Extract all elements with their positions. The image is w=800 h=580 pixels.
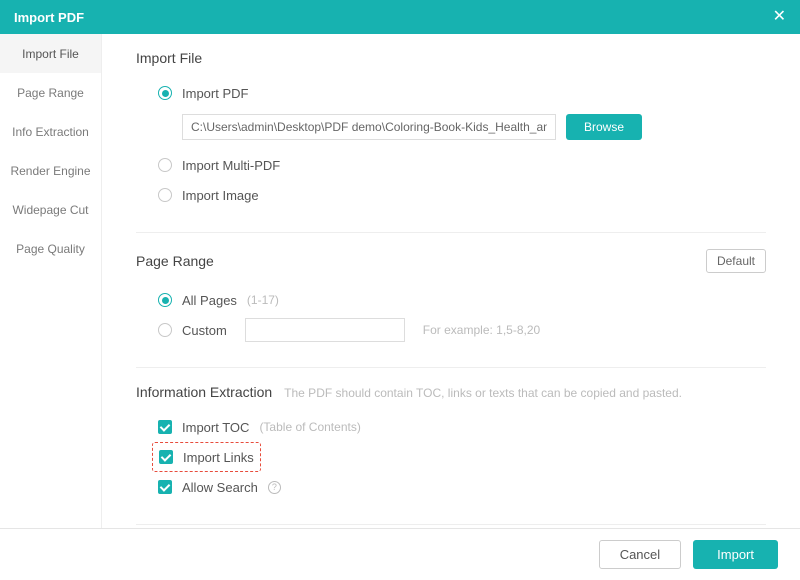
footer: Cancel Import — [0, 528, 800, 580]
sidebar-item-page-quality[interactable]: Page Quality — [0, 229, 101, 268]
section-hint: The PDF should contain TOC, links or tex… — [284, 386, 682, 400]
main-panel: Import File Import PDF Browse Import Mul… — [102, 34, 800, 540]
radio-icon — [158, 323, 172, 337]
sidebar-item-import-file[interactable]: Import File — [0, 34, 101, 73]
divider — [136, 367, 766, 368]
section-title: Import File — [136, 50, 202, 66]
divider — [136, 524, 766, 525]
import-button[interactable]: Import — [693, 540, 778, 569]
custom-pages-input[interactable] — [245, 318, 405, 342]
section-title: Page Range — [136, 253, 214, 269]
file-path-input[interactable] — [182, 114, 556, 140]
radio-import-pdf[interactable]: Import PDF — [158, 78, 766, 108]
radio-import-multi-pdf[interactable]: Import Multi-PDF — [158, 150, 766, 180]
sidebar-item-render-engine[interactable]: Render Engine — [0, 151, 101, 190]
checkbox-icon — [158, 420, 172, 434]
window-title: Import PDF — [14, 10, 84, 25]
checkbox-import-links[interactable]: Import Links — [152, 442, 261, 472]
help-icon[interactable]: ? — [268, 481, 281, 494]
titlebar: Import PDF ✕ — [0, 0, 800, 34]
radio-import-image[interactable]: Import Image — [158, 180, 766, 210]
radio-icon — [158, 158, 172, 172]
section-info-extraction: Information Extraction The PDF should co… — [136, 384, 766, 502]
checkbox-icon — [158, 480, 172, 494]
checkbox-allow-search[interactable]: Allow Search ? — [158, 472, 766, 502]
radio-icon — [158, 188, 172, 202]
radio-icon — [158, 86, 172, 100]
sidebar-item-info-extraction[interactable]: Info Extraction — [0, 112, 101, 151]
sidebar-item-widepage-cut[interactable]: Widepage Cut — [0, 190, 101, 229]
sidebar: Import File Page Range Info Extraction R… — [0, 34, 102, 540]
default-button[interactable]: Default — [706, 249, 766, 273]
section-page-range: Page Range Default All Pages (1-17) Cust… — [136, 249, 766, 345]
radio-all-pages[interactable]: All Pages (1-17) — [158, 285, 766, 315]
close-icon[interactable]: ✕ — [773, 9, 786, 25]
checkbox-icon — [159, 450, 173, 464]
cancel-button[interactable]: Cancel — [599, 540, 681, 569]
sidebar-item-page-range[interactable]: Page Range — [0, 73, 101, 112]
section-import-file: Import File Import PDF Browse Import Mul… — [136, 50, 766, 210]
checkbox-import-toc[interactable]: Import TOC (Table of Contents) — [158, 412, 766, 442]
section-title: Information Extraction — [136, 384, 272, 400]
radio-custom-pages[interactable]: Custom For example: 1,5-8,20 — [158, 315, 766, 345]
browse-button[interactable]: Browse — [566, 114, 642, 140]
divider — [136, 232, 766, 233]
radio-icon — [158, 293, 172, 307]
